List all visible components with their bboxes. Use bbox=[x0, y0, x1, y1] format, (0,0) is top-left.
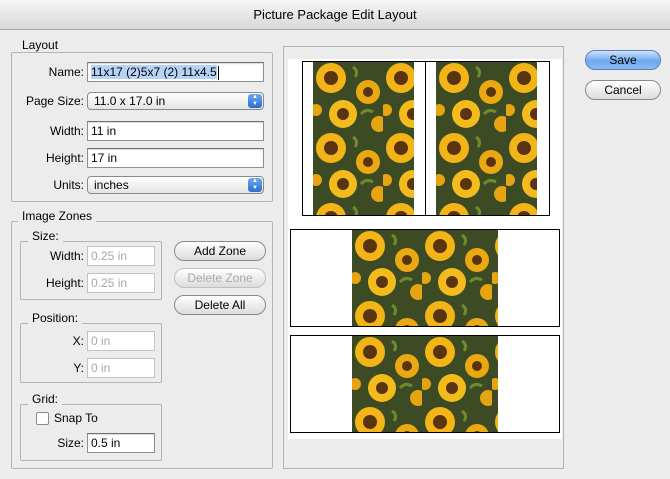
text-cursor bbox=[217, 65, 219, 80]
units-value: inches bbox=[94, 178, 129, 192]
image-zones-legend: Image Zones bbox=[18, 209, 97, 223]
add-zone-button[interactable]: Add Zone bbox=[174, 241, 266, 261]
name-value: 11x17 (2)5x7 (2) 11x4.5 bbox=[91, 65, 217, 79]
x-label: X: bbox=[72, 334, 84, 348]
zone-width-label: Width: bbox=[49, 249, 84, 263]
sunflower-photo bbox=[352, 230, 498, 326]
width-field[interactable]: 11 in bbox=[87, 121, 264, 141]
image-zone[interactable] bbox=[290, 335, 560, 433]
image-zone[interactable] bbox=[425, 61, 550, 216]
y-field[interactable]: 0 in bbox=[87, 358, 155, 378]
units-select[interactable]: inches ▲ ▼ bbox=[87, 176, 264, 194]
grid-size-label: Size: bbox=[57, 436, 84, 450]
zone-height-label: Height: bbox=[45, 276, 84, 290]
y-label: Y: bbox=[73, 361, 84, 375]
zone-height-field[interactable]: 0.25 in bbox=[87, 273, 155, 293]
height-label: Height: bbox=[45, 151, 84, 165]
size-legend: Size: bbox=[28, 229, 63, 243]
snap-to-label: Snap To bbox=[54, 411, 98, 425]
width-label: Width: bbox=[49, 124, 84, 138]
x-field[interactable]: 0 in bbox=[87, 331, 155, 351]
page-size-select[interactable]: 11.0 x 17.0 in ▲ ▼ bbox=[87, 92, 264, 110]
sunflower-photo bbox=[352, 336, 498, 432]
popup-arrows-icon: ▲ ▼ bbox=[248, 94, 262, 108]
delete-all-button[interactable]: Delete All bbox=[174, 295, 266, 315]
position-legend: Position: bbox=[28, 311, 83, 325]
delete-zone-button[interactable]: Delete Zone bbox=[174, 268, 266, 288]
grid-size-field[interactable]: 0.5 in bbox=[87, 433, 155, 453]
layout-legend: Layout bbox=[18, 38, 63, 52]
save-button[interactable]: Save bbox=[585, 50, 661, 70]
name-label: Name: bbox=[48, 65, 84, 79]
units-label: Units: bbox=[53, 178, 84, 192]
sunflower-photo bbox=[313, 62, 414, 215]
sunflower-photo bbox=[436, 62, 537, 215]
snap-to-checkbox[interactable] bbox=[36, 412, 49, 425]
grid-legend: Grid: bbox=[28, 392, 63, 406]
page-size-value: 11.0 x 17.0 in bbox=[94, 94, 166, 108]
cancel-button[interactable]: Cancel bbox=[585, 80, 661, 100]
zone-width-field[interactable]: 0.25 in bbox=[87, 246, 155, 266]
image-zone[interactable] bbox=[290, 229, 560, 327]
name-field[interactable]: 11x17 (2)5x7 (2) 11x4.5 bbox=[87, 62, 264, 82]
preview-page bbox=[288, 59, 562, 439]
window-title: Picture Package Edit Layout bbox=[0, 0, 670, 30]
page-size-label: Page Size: bbox=[25, 94, 84, 108]
height-field[interactable]: 17 in bbox=[87, 148, 264, 168]
image-zone[interactable] bbox=[302, 61, 427, 216]
popup-arrows-icon: ▲ ▼ bbox=[248, 178, 262, 192]
